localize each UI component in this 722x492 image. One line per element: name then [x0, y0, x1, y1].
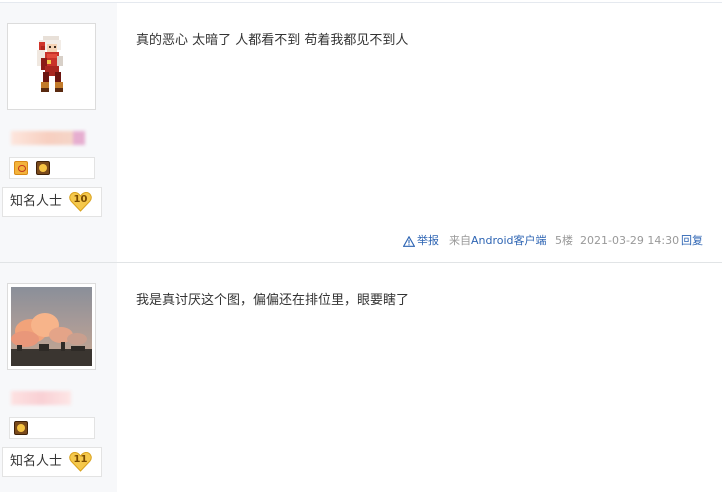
heart-level-icon: 10	[69, 191, 92, 212]
avatar[interactable]	[7, 283, 96, 370]
level-box[interactable]: 知名人士 11	[2, 447, 102, 477]
post-content: 我是真讨厌这个图，偏偏还在排位里，眼要瞎了	[136, 293, 410, 308]
sunset-clouds-avatar	[11, 287, 92, 366]
reply-button[interactable]: 回复	[681, 234, 703, 248]
floor-number: 5楼	[555, 234, 573, 247]
level-title: 知名人士	[10, 454, 63, 469]
warning-icon	[403, 235, 415, 247]
post-content: 真的恶心 太暗了 人都看不到 苟着我都见不到人	[136, 33, 409, 48]
badge-row	[9, 417, 95, 439]
username-blurred[interactable]	[11, 131, 85, 145]
avatar[interactable]	[7, 23, 96, 110]
level-box[interactable]: 知名人士 10	[2, 187, 102, 217]
source-device-link[interactable]: Android客户端	[471, 234, 547, 247]
level-number: 10	[73, 194, 88, 205]
badge-icon[interactable]	[14, 161, 28, 175]
pixel-character-avatar	[11, 27, 92, 106]
username-blurred[interactable]	[11, 391, 71, 405]
level-number: 11	[73, 454, 88, 465]
post-timestamp: 2021-03-29 14:30	[580, 234, 680, 247]
badge-row	[9, 157, 95, 179]
post-floor-5: 知名人士 10 真的恶心 太暗了 人都看不到 苟着我都见不到人 举报 来自And…	[0, 3, 722, 262]
source-prefix: 来自	[449, 234, 471, 247]
report-button[interactable]: 举报	[403, 234, 439, 248]
badge-icon[interactable]	[36, 161, 50, 175]
heart-level-icon: 11	[69, 451, 92, 472]
badge-icon[interactable]	[14, 421, 28, 435]
source-label: 来自Android客户端	[449, 234, 547, 248]
report-label: 举报	[417, 234, 439, 247]
user-sidebar: 知名人士 11	[0, 263, 117, 492]
user-sidebar: 知名人士 10	[0, 3, 117, 262]
level-title: 知名人士	[10, 194, 63, 209]
post-floor-6: 知名人士 11 我是真讨厌这个图，偏偏还在排位里，眼要瞎了	[0, 263, 722, 492]
